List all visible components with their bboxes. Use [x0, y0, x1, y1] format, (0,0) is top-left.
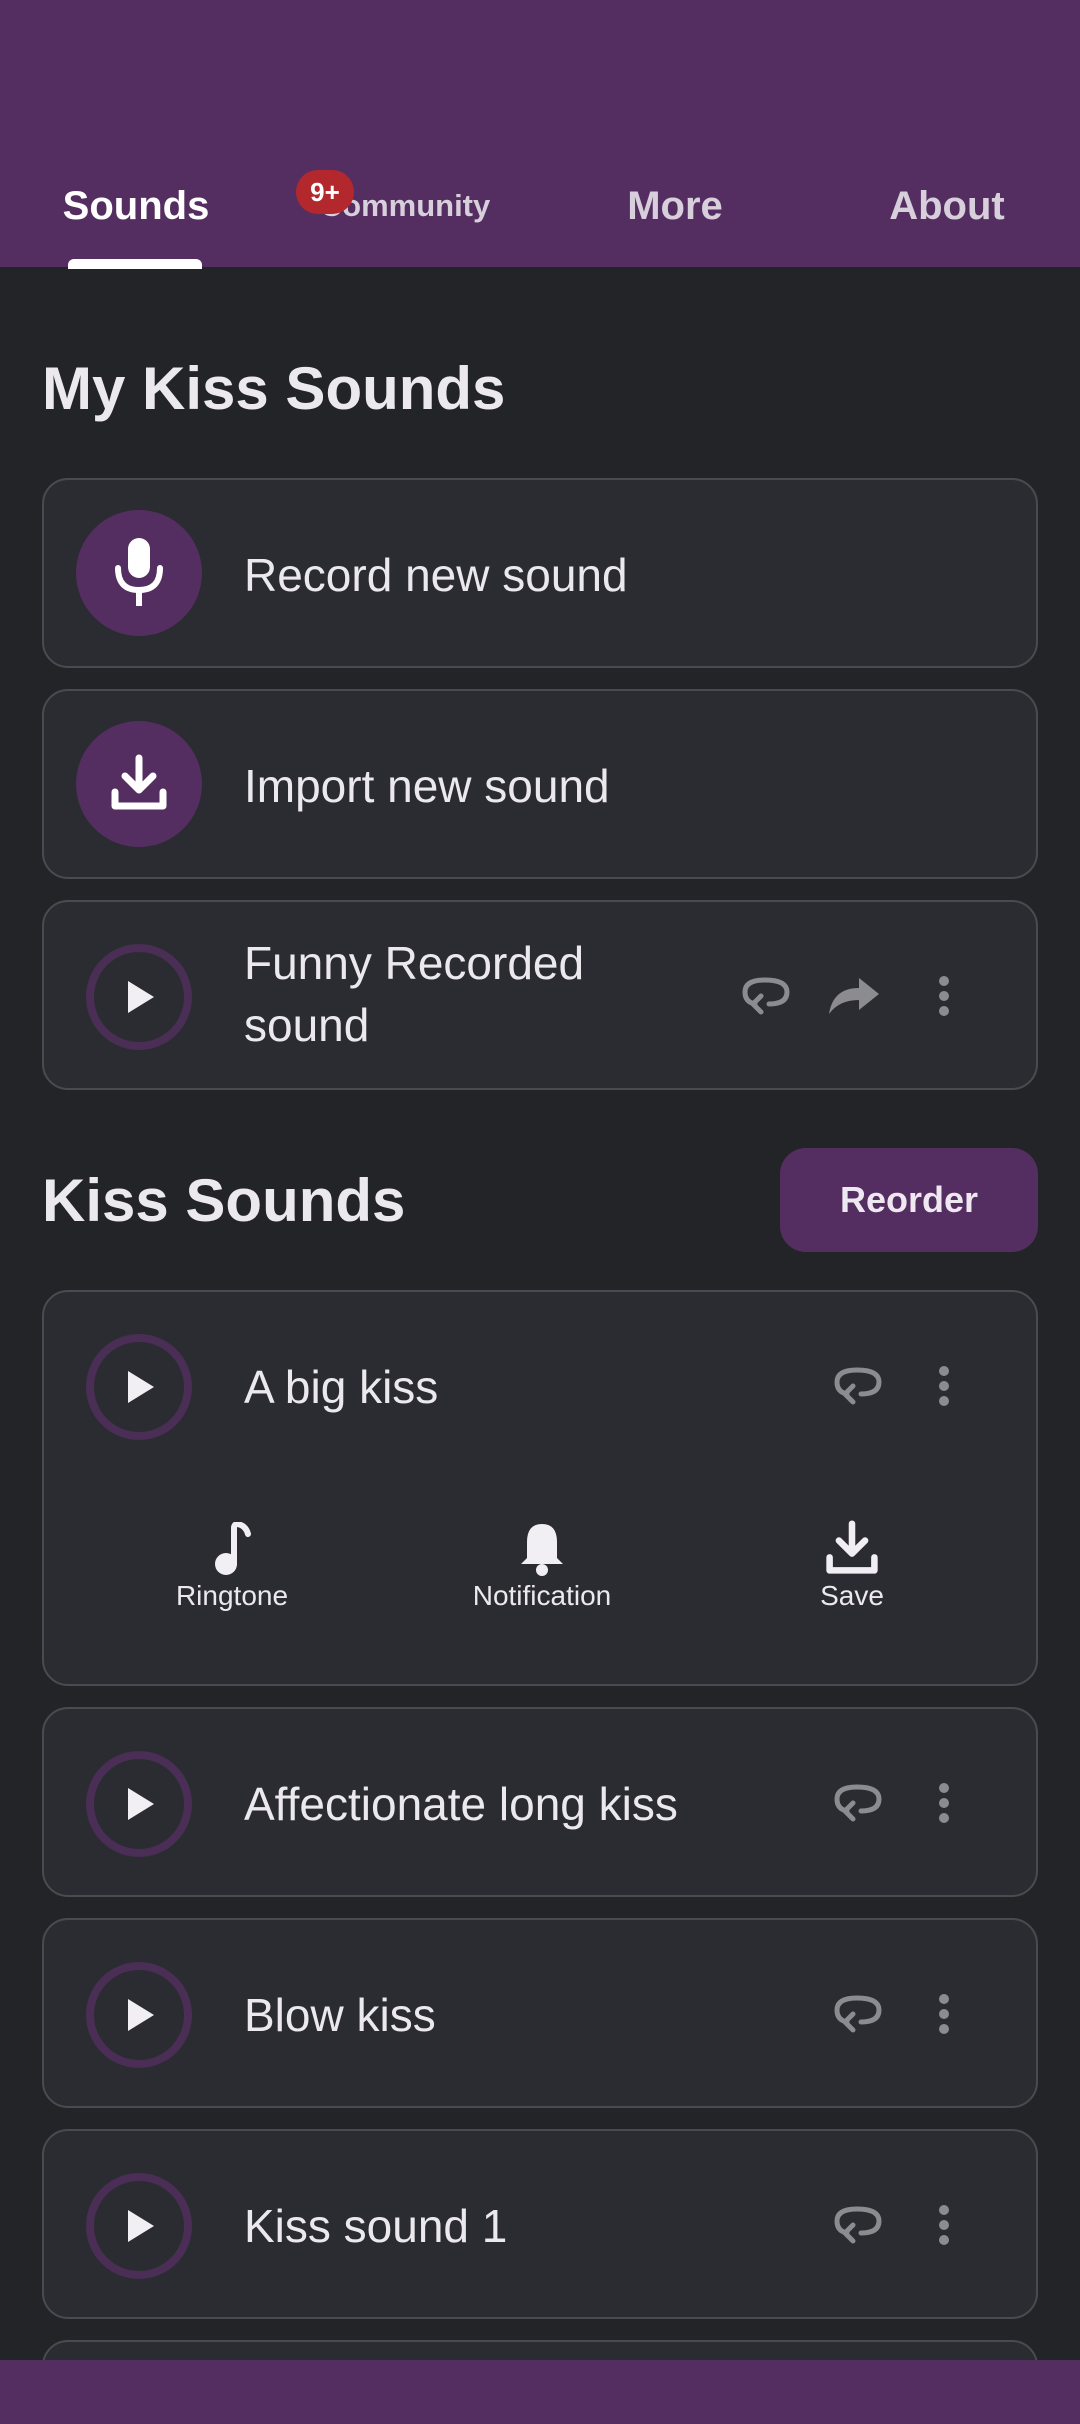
loop-icon	[834, 1995, 882, 2033]
notification-label: Notification	[472, 1580, 612, 1611]
loop-button[interactable]	[828, 1773, 888, 1833]
more-vert-icon	[939, 2205, 949, 2245]
save-sound-button[interactable]: Save	[732, 1512, 972, 1612]
app-root: Sounds Community 9+ More About My Kiss S…	[0, 0, 1080, 2424]
record-button[interactable]	[76, 510, 202, 636]
kiss-sound-card[interactable]: Affectionate long kiss	[42, 1707, 1038, 1897]
download-icon	[826, 1520, 878, 1574]
section-title-my-sounds: My Kiss Sounds	[42, 355, 506, 422]
share-icon	[829, 978, 879, 1014]
loop-icon	[834, 2206, 882, 2244]
kiss-sound-label: Affectionate long kiss	[244, 1778, 678, 1830]
play-button[interactable]	[86, 944, 192, 1050]
reorder-button[interactable]: Reorder	[780, 1148, 1038, 1252]
save-label: Save	[820, 1580, 884, 1611]
loop-button[interactable]	[828, 2195, 888, 2255]
music-note-icon	[215, 1522, 251, 1575]
more-options-button[interactable]	[914, 1773, 974, 1833]
bottom-banner	[0, 2360, 1080, 2424]
play-icon	[128, 1788, 154, 1820]
download-icon	[111, 754, 167, 810]
play-button[interactable]	[86, 2173, 192, 2279]
play-icon	[128, 1371, 154, 1403]
bell-icon	[521, 1524, 563, 1576]
tab-about[interactable]: About	[884, 178, 1010, 234]
kiss-sound-label: A big kiss	[244, 1361, 439, 1413]
kiss-sound-card[interactable]: Kiss sound 1	[42, 2129, 1038, 2319]
play-icon	[128, 2210, 154, 2242]
sound-item-card[interactable]: Funny Recorded sound	[42, 900, 1038, 1090]
top-app-bar: Sounds Community 9+ More About	[0, 0, 1080, 269]
more-options-button[interactable]	[914, 1984, 974, 2044]
more-vert-icon	[939, 976, 949, 1016]
play-button[interactable]	[86, 1962, 192, 2068]
tab-more[interactable]: More	[620, 178, 730, 234]
microphone-icon	[115, 538, 163, 606]
set-ringtone-button[interactable]: Ringtone	[112, 1512, 352, 1612]
more-options-button[interactable]	[914, 1356, 974, 1416]
tab-indicator	[68, 259, 202, 269]
kiss-sound-card[interactable]: A big kiss Ringtone Notification Save	[42, 1290, 1038, 1686]
more-vert-icon	[939, 1783, 949, 1823]
tab-sounds[interactable]: Sounds	[62, 178, 210, 234]
record-new-sound-card[interactable]: Record new sound	[42, 478, 1038, 668]
sound-item-label: Funny Recorded sound	[244, 937, 585, 1051]
play-button[interactable]	[86, 1334, 192, 1440]
more-vert-icon	[939, 1994, 949, 2034]
play-button[interactable]	[86, 1751, 192, 1857]
loop-icon	[834, 1367, 882, 1405]
play-icon	[128, 1999, 154, 2031]
kiss-sound-label: Blow kiss	[244, 1989, 436, 2041]
kiss-sound-card[interactable]: Blow kiss	[42, 1918, 1038, 2108]
more-vert-icon	[939, 1366, 949, 1406]
import-button[interactable]	[76, 721, 202, 847]
loop-button[interactable]	[736, 966, 796, 1026]
section-title-kiss-sounds: Kiss Sounds	[42, 1167, 406, 1234]
import-new-sound-card[interactable]: Import new sound	[42, 689, 1038, 879]
import-new-sound-label: Import new sound	[244, 760, 610, 812]
record-new-sound-label: Record new sound	[244, 549, 628, 601]
play-icon	[128, 981, 154, 1013]
loop-button[interactable]	[828, 1356, 888, 1416]
set-notification-button[interactable]: Notification	[422, 1512, 662, 1612]
notification-badge: 9+	[296, 170, 354, 214]
loop-icon	[834, 1784, 882, 1822]
more-options-button[interactable]	[914, 966, 974, 1026]
kiss-sound-label: Kiss sound 1	[244, 2200, 508, 2252]
loop-icon	[742, 977, 790, 1015]
ringtone-label: Ringtone	[175, 1580, 289, 1611]
share-button[interactable]	[824, 966, 884, 1026]
more-options-button[interactable]	[914, 2195, 974, 2255]
loop-button[interactable]	[828, 1984, 888, 2044]
